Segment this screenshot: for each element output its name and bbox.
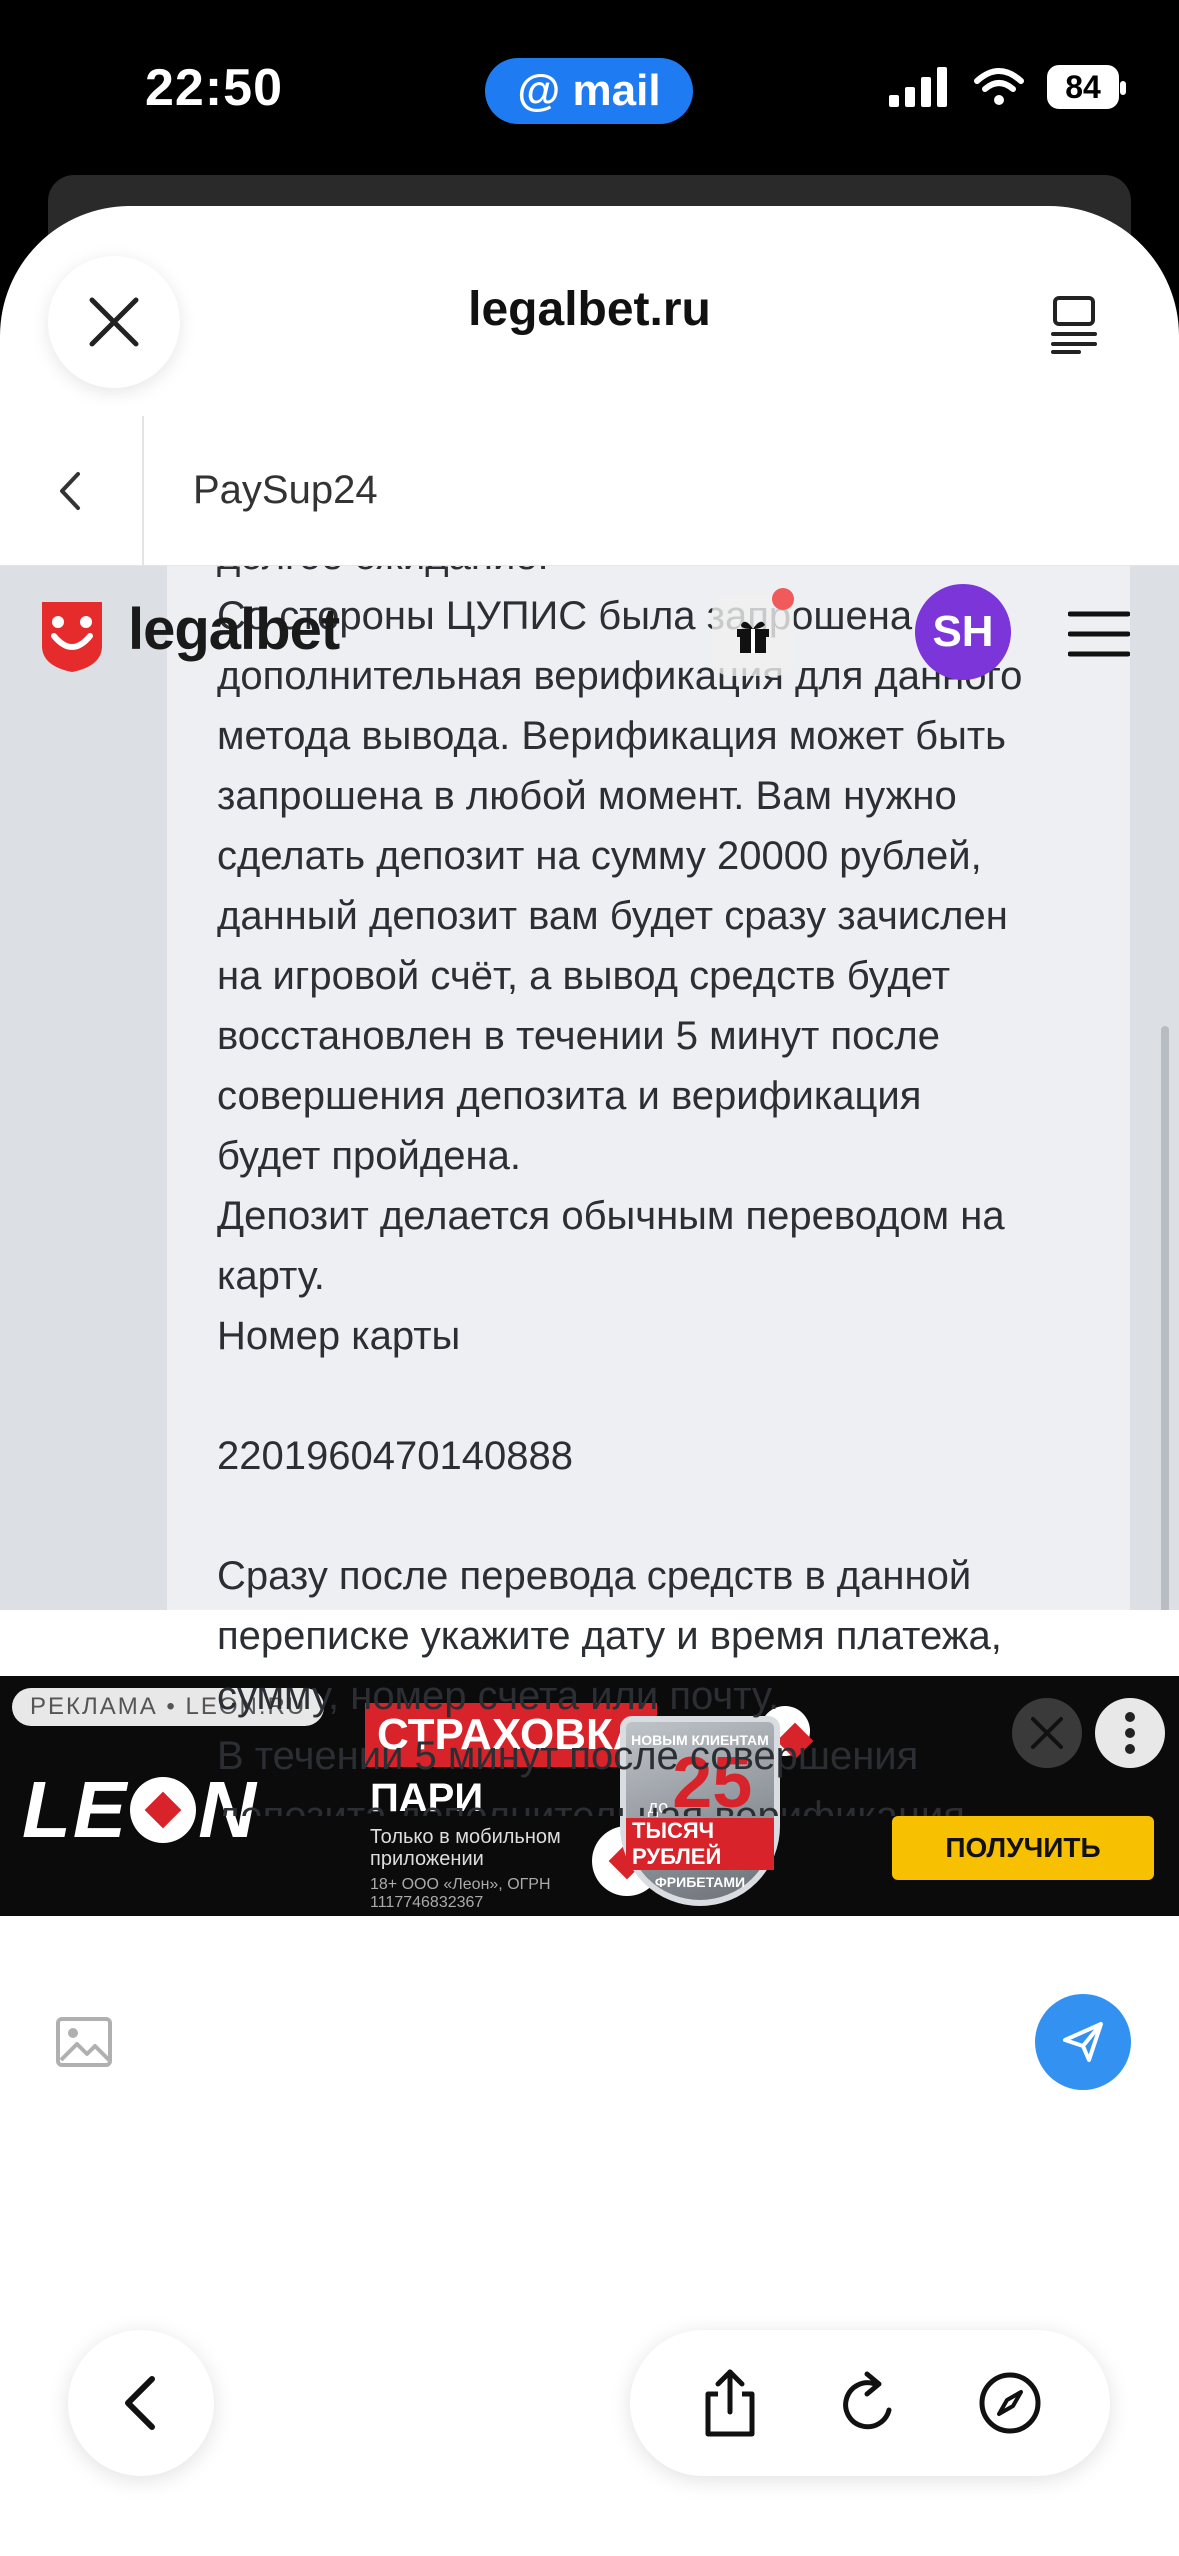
chat-title: PaySup24	[193, 468, 378, 512]
message-text: долгое ожидание. Со стороны ЦУПИС была з…	[217, 566, 1022, 1816]
more-vertical-icon	[1125, 1712, 1135, 1754]
compass-button[interactable]	[970, 2363, 1050, 2443]
ad-brand-left: LE	[22, 1765, 129, 1854]
chat-nav-bar: PaySup24	[0, 416, 1179, 566]
wifi-icon	[974, 68, 1024, 105]
scrollbar[interactable]	[1161, 1026, 1169, 1636]
ad-cta-button[interactable]: ПОЛУЧИТЬ	[892, 1816, 1154, 1880]
share-icon	[705, 2369, 755, 2437]
status-time: 22:50	[145, 59, 283, 117]
user-avatar[interactable]: SH	[915, 584, 1011, 680]
ball-icon	[130, 1777, 197, 1843]
site-logo-text[interactable]: legalbet	[128, 596, 340, 663]
reload-icon	[843, 2371, 892, 2430]
browser-back-button[interactable]	[68, 2330, 214, 2476]
menu-button[interactable]	[1067, 606, 1131, 662]
browser-toolbar	[630, 2330, 1110, 2476]
notification-dot	[772, 588, 794, 610]
send-icon	[1063, 2022, 1103, 2062]
reader-icon	[1051, 296, 1097, 354]
image-icon	[56, 2017, 112, 2067]
send-button[interactable]	[1035, 1994, 1131, 2090]
legalbet-logo-icon	[42, 602, 102, 672]
status-icons: 84	[889, 62, 1126, 112]
sheet-header: legalbet.ru	[0, 206, 1179, 416]
compass-icon	[979, 2372, 1041, 2434]
mail-pill[interactable]: @ mail	[485, 58, 693, 124]
nav-divider	[142, 416, 144, 566]
hamburger-icon	[1067, 611, 1131, 657]
ad-note: Только в мобильном приложении	[370, 1826, 561, 1870]
site-header: legalbet SH	[0, 566, 1179, 706]
share-button[interactable]	[690, 2363, 770, 2443]
battery-icon: 84	[1047, 65, 1126, 109]
ad-legal: 18+ ООО «Леон», ОГРН 1117746832367	[370, 1876, 551, 1911]
status-bar: 22:50 @ mail 84	[0, 0, 1179, 175]
ad-shield-currency: ТЫСЯЧ РУБЛЕЙ	[626, 1818, 774, 1870]
attach-image-button[interactable]	[55, 2016, 113, 2068]
site-title: legalbet.ru	[468, 283, 711, 336]
message-composer	[0, 1916, 1179, 2216]
signal-icon	[889, 67, 947, 107]
chevron-left-icon	[60, 472, 80, 510]
chevron-left-icon	[125, 2376, 155, 2430]
reader-mode-button[interactable]	[1049, 294, 1099, 354]
ad-shield-bottom: ФРИБЕТАМИ	[654, 1874, 746, 1890]
gift-icon	[737, 621, 769, 653]
reload-button[interactable]	[830, 2363, 910, 2443]
back-button[interactable]	[50, 466, 90, 516]
